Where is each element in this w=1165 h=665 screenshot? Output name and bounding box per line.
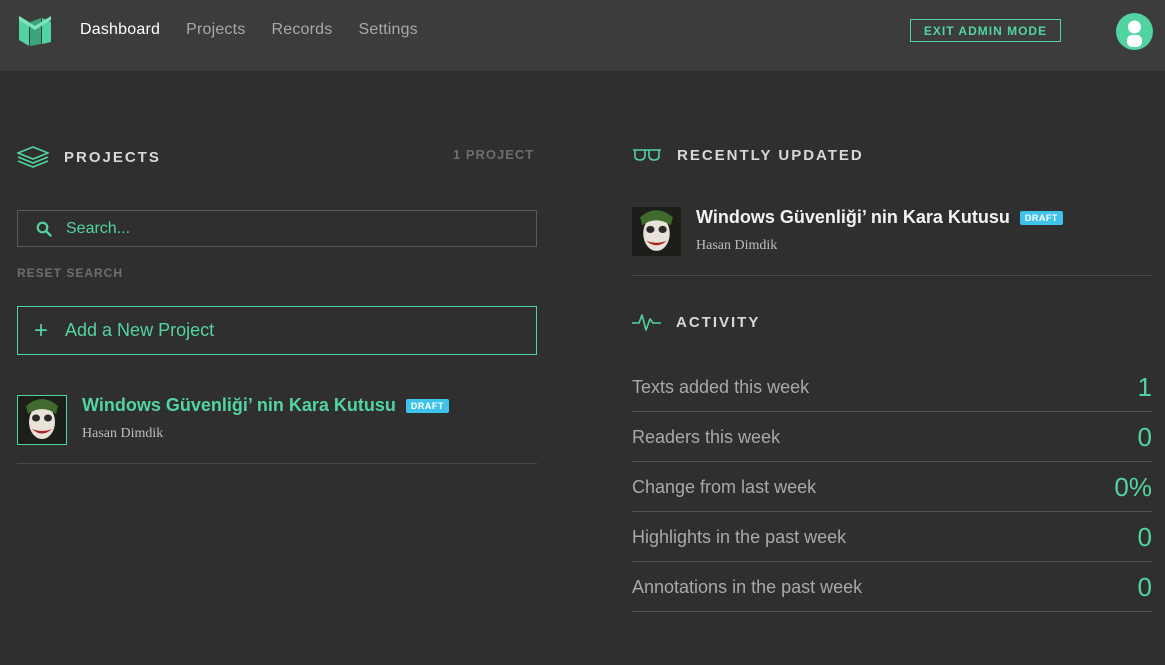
top-header: Dashboard Projects Records Settings EXIT… [0, 0, 1165, 71]
nav-dashboard[interactable]: Dashboard [80, 21, 160, 39]
projects-heading-text: PROJECTS [64, 148, 161, 166]
projects-heading: PROJECTS [17, 146, 161, 168]
draft-badge: DRAFT [405, 398, 449, 413]
recent-project-author: Hasan Dimdik [696, 238, 778, 253]
recent-divider [632, 275, 1152, 276]
activity-label: Change from last week [632, 477, 817, 497]
activity-value: 0 [1137, 522, 1152, 552]
user-avatar-icon[interactable] [1116, 13, 1153, 50]
search-box [17, 210, 537, 247]
activity-heading: ACTIVITY [632, 312, 760, 332]
project-divider [17, 463, 537, 464]
activity-value: 1 [1137, 372, 1152, 402]
activity-label: Texts added this week [632, 377, 810, 397]
project-list-item[interactable]: Windows Güvenliği’ nin Kara Kutusu DRAFT… [17, 395, 449, 445]
project-count: 1 PROJECT [453, 147, 535, 162]
project-title[interactable]: Windows Güvenliği’ nin Kara Kutusu [82, 395, 396, 416]
recent-project-thumbnail[interactable] [632, 207, 681, 256]
layers-icon [17, 146, 49, 168]
recent-project-title[interactable]: Windows Güvenliği’ nin Kara Kutusu [696, 207, 1010, 228]
reset-search-button[interactable]: RESET SEARCH [17, 266, 123, 280]
logo-icon[interactable] [17, 14, 53, 48]
activity-label: Highlights in the past week [632, 527, 847, 547]
project-thumbnail[interactable] [17, 395, 67, 445]
activity-row-annotations: Annotations in the past week 0 [632, 562, 1152, 612]
search-icon [36, 221, 52, 237]
activity-label: Readers this week [632, 427, 781, 447]
nav-records[interactable]: Records [271, 21, 332, 39]
add-new-project-label: Add a New Project [65, 320, 215, 340]
activity-row-change: Change from last week 0% [632, 462, 1152, 512]
activity-value: 0% [1114, 472, 1152, 502]
activity-heading-text: ACTIVITY [676, 313, 761, 331]
activity-value: 0 [1137, 422, 1152, 452]
activity-label: Annotations in the past week [632, 577, 863, 597]
recent-project-item[interactable]: Windows Güvenliği’ nin Kara Kutusu DRAFT… [632, 207, 1063, 256]
pulse-icon [632, 314, 661, 331]
recent-draft-badge: DRAFT [1019, 210, 1063, 225]
activity-row-highlights: Highlights in the past week 0 [632, 512, 1152, 562]
glasses-icon [633, 149, 661, 161]
search-input[interactable] [66, 219, 506, 238]
recently-updated-heading: RECENTLY UPDATED [632, 146, 864, 164]
activity-row-texts: Texts added this week 1 [632, 362, 1152, 412]
nav-projects[interactable]: Projects [186, 21, 245, 39]
activity-value: 0 [1137, 572, 1152, 602]
plus-icon: + [34, 316, 49, 344]
exit-admin-mode-button[interactable]: EXIT ADMIN MODE [910, 19, 1061, 42]
project-author: Hasan Dimdik [82, 426, 164, 441]
add-new-project-button[interactable]: + Add a New Project [17, 306, 537, 355]
activity-row-readers: Readers this week 0 [632, 412, 1152, 462]
nav-settings[interactable]: Settings [358, 21, 417, 39]
recently-updated-heading-text: RECENTLY UPDATED [677, 146, 864, 164]
main-nav: Dashboard Projects Records Settings [80, 21, 444, 39]
